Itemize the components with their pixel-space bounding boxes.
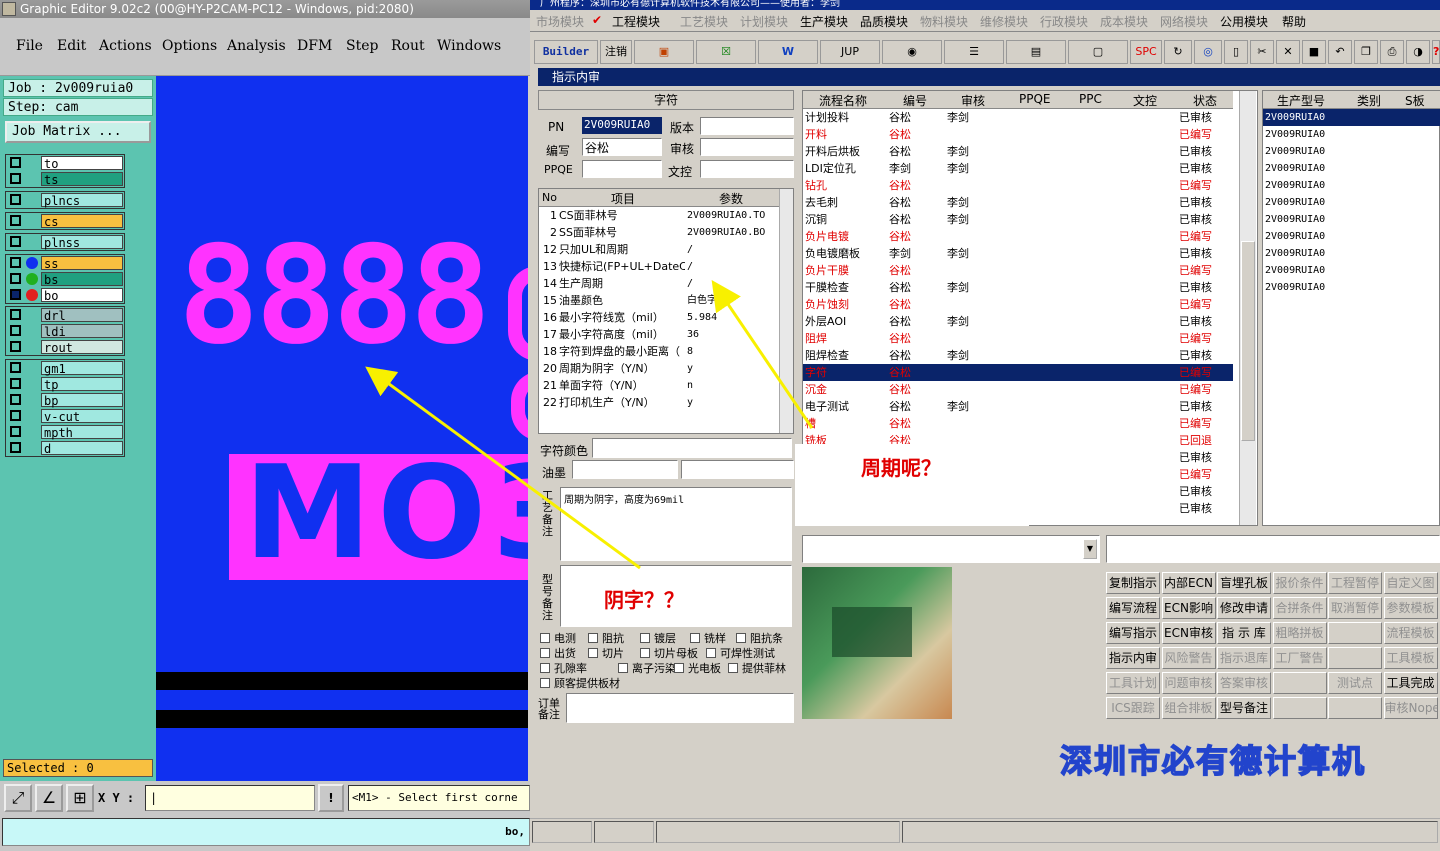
arrow-to-period-row bbox=[711, 280, 814, 429]
arrow-to-canvas bbox=[365, 366, 641, 570]
annotation-arrows bbox=[365, 280, 814, 570]
